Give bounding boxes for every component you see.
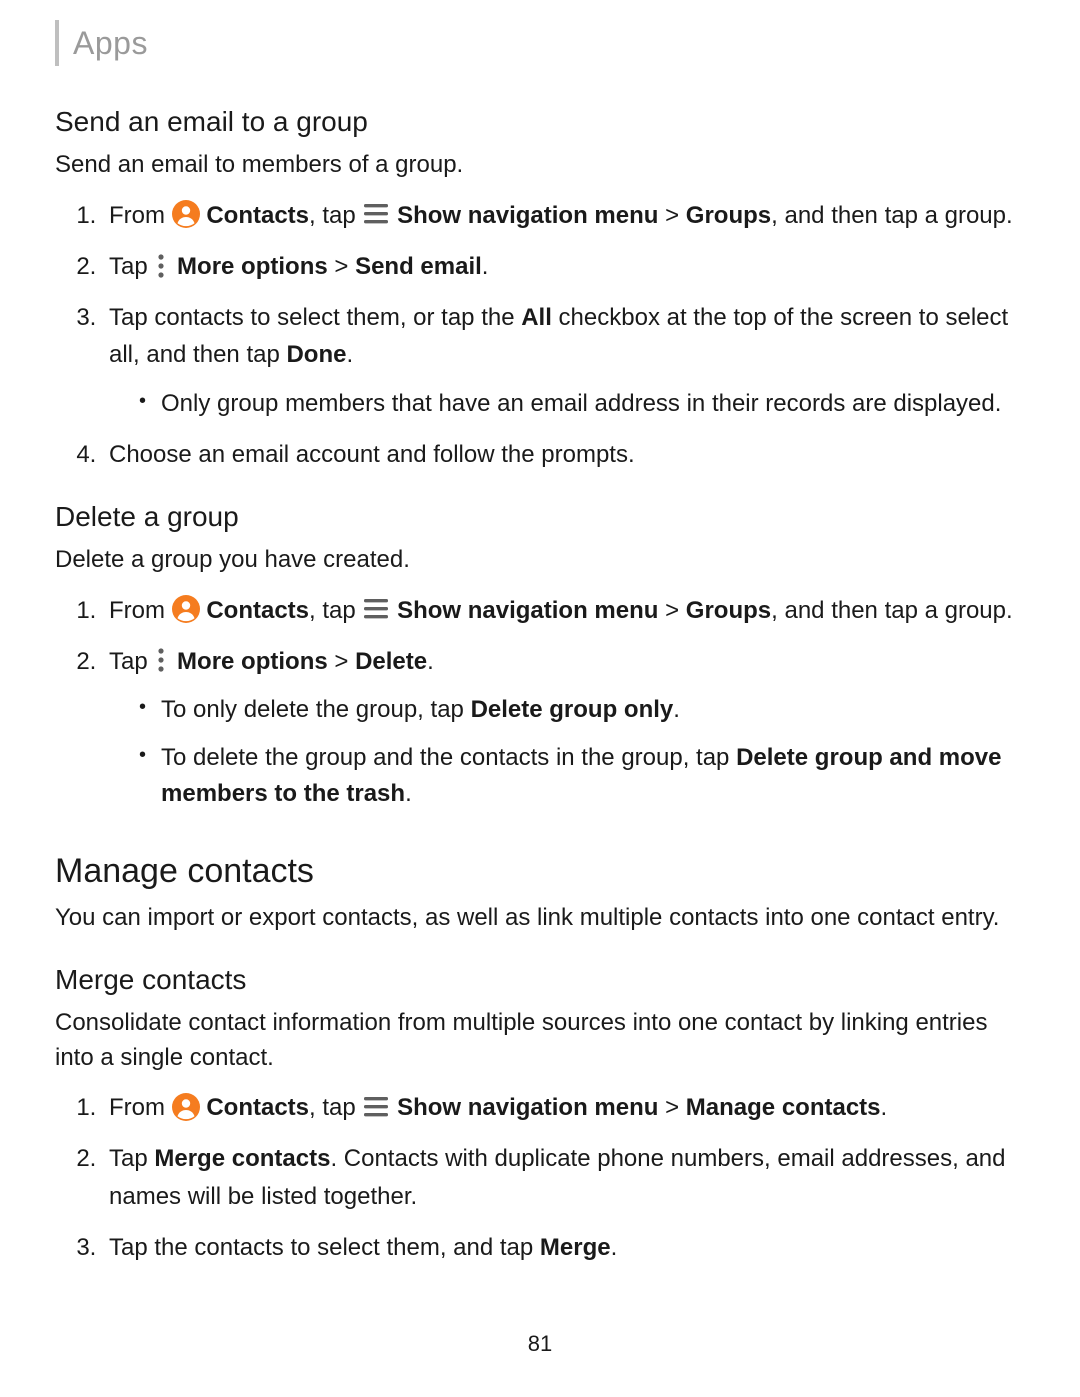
menu-icon (362, 1097, 390, 1117)
step: From Contacts, tap Show navigation menu … (103, 1089, 1025, 1126)
label: More options (177, 648, 328, 675)
text: From (109, 1094, 172, 1121)
more-options-icon (154, 648, 170, 672)
text: Tap (109, 253, 154, 280)
text: Tap contacts to select them, or tap the (109, 304, 521, 331)
heading-merge-contacts: Merge contacts (55, 964, 1025, 996)
text: > (658, 597, 685, 624)
menu-icon (362, 204, 390, 224)
contacts-icon (172, 200, 200, 228)
label: More options (177, 253, 328, 280)
step: Tap More options > Delete. To only delet… (103, 643, 1025, 812)
substep: Only group members that have an email ad… (139, 386, 1025, 422)
text: Only group members that have an email ad… (161, 390, 1001, 417)
page: Apps Send an email to a group Send an em… (0, 0, 1080, 1397)
step: Tap the contacts to select them, and tap… (103, 1229, 1025, 1266)
text: Tap (109, 1145, 154, 1172)
text: , tap (309, 1094, 362, 1121)
contacts-icon (172, 595, 200, 623)
text: , and then tap a group. (771, 597, 1013, 624)
label: Send email (355, 253, 482, 280)
label: Contacts (206, 1094, 309, 1121)
label: Show navigation menu (397, 597, 658, 624)
text: From (109, 597, 172, 624)
text: > (658, 202, 685, 229)
text: > (658, 1094, 685, 1121)
label: Groups (686, 597, 771, 624)
text: > (328, 648, 355, 675)
intro-delete-group: Delete a group you have created. (55, 543, 1025, 578)
label: Delete (355, 648, 427, 675)
text: . (405, 780, 412, 807)
label: Show navigation menu (397, 1094, 658, 1121)
text: . (673, 696, 680, 723)
intro-manage-contacts: You can import or export contacts, as we… (55, 901, 1025, 936)
steps-send-email-group: From Contacts, tap Show navigation menu … (55, 197, 1025, 473)
menu-icon (362, 599, 390, 619)
label: Merge contacts (154, 1145, 330, 1172)
more-options-icon (154, 254, 170, 278)
substeps: To only delete the group, tap Delete gro… (109, 692, 1025, 812)
label: Delete group only (471, 696, 674, 723)
text: Tap the contacts to select them, and tap (109, 1234, 540, 1261)
step: Tap contacts to select them, or tap the … (103, 299, 1025, 421)
text: To only delete the group, tap (161, 696, 471, 723)
intro-merge-contacts: Consolidate contact information from mul… (55, 1006, 1025, 1076)
intro-send-email-group: Send an email to members of a group. (55, 148, 1025, 183)
steps-delete-group: From Contacts, tap Show navigation menu … (55, 592, 1025, 812)
text: . (346, 341, 353, 368)
label: Contacts (206, 597, 309, 624)
heading-delete-group: Delete a group (55, 501, 1025, 533)
page-number: 81 (0, 1331, 1080, 1357)
text: > (328, 253, 355, 280)
substeps: Only group members that have an email ad… (109, 386, 1025, 422)
label: Show navigation menu (397, 202, 658, 229)
text: . (881, 1094, 888, 1121)
substep: To only delete the group, tap Delete gro… (139, 692, 1025, 728)
text: , tap (309, 202, 362, 229)
step: Choose an email account and follow the p… (103, 436, 1025, 473)
label: Done (286, 341, 346, 368)
text: , tap (309, 597, 362, 624)
label: Merge (540, 1234, 611, 1261)
text: . (427, 648, 434, 675)
page-header: Apps (55, 20, 1025, 66)
label: Groups (686, 202, 771, 229)
header-rule (55, 20, 59, 66)
step: From Contacts, tap Show navigation menu … (103, 592, 1025, 629)
header-title: Apps (73, 25, 148, 62)
text: Choose an email account and follow the p… (109, 441, 635, 468)
label: Contacts (206, 202, 309, 229)
label: All (521, 304, 552, 331)
step: Tap Merge contacts. Contacts with duplic… (103, 1140, 1025, 1214)
heading-send-email-group: Send an email to a group (55, 106, 1025, 138)
substep: To delete the group and the contacts in … (139, 740, 1025, 812)
step: Tap More options > Send email. (103, 248, 1025, 285)
heading-manage-contacts: Manage contacts (55, 852, 1025, 891)
text: To delete the group and the contacts in … (161, 744, 736, 771)
text: . (611, 1234, 618, 1261)
text: From (109, 202, 172, 229)
steps-merge-contacts: From Contacts, tap Show navigation menu … (55, 1089, 1025, 1266)
label: Manage contacts (686, 1094, 881, 1121)
text: , and then tap a group. (771, 202, 1013, 229)
contacts-icon (172, 1093, 200, 1121)
text: Tap (109, 648, 154, 675)
step: From Contacts, tap Show navigation menu … (103, 197, 1025, 234)
text: . (482, 253, 489, 280)
